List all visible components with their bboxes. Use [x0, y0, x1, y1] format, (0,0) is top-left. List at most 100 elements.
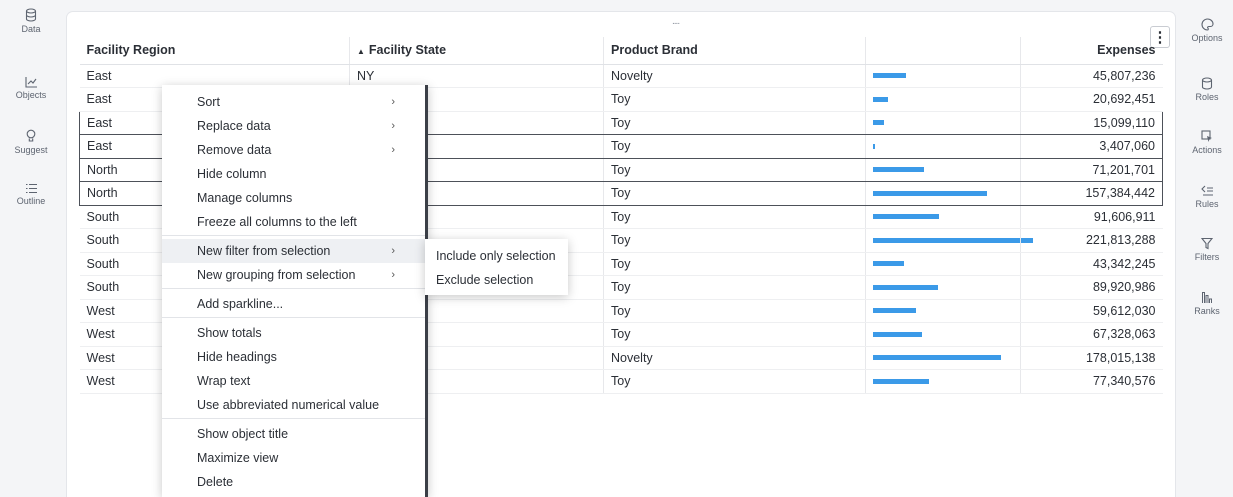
sort-ascending-icon: ▲ — [357, 47, 365, 57]
cell-product-brand[interactable]: Toy — [603, 299, 866, 323]
menu-item-hide-headings[interactable]: Hide headings — [162, 345, 425, 369]
menu-item-label: Use abbreviated numerical value — [197, 398, 380, 412]
menu-item-include-only-selection[interactable]: Include only selection — [425, 244, 568, 268]
menu-item-replace-data[interactable]: Replace data › — [162, 114, 425, 138]
cell-product-brand[interactable]: Toy — [603, 228, 866, 253]
menu-item-remove-data[interactable]: Remove data › — [162, 138, 425, 162]
cell-product-brand[interactable]: Novelty — [603, 346, 866, 370]
menu-item-label: Freeze all columns to the left — [197, 215, 357, 229]
table-row[interactable]: East NY Novelty 45,807,236 — [79, 64, 1163, 88]
rail-label: Roles — [1195, 92, 1219, 102]
cell-facility-region[interactable]: East — [79, 64, 350, 88]
expense-bar — [873, 167, 925, 173]
rail-item-data[interactable]: Data — [0, 8, 62, 34]
cell-expenses[interactable]: 157,384,442 — [1020, 181, 1163, 206]
rail-item-filters[interactable]: Filters — [1181, 237, 1233, 262]
menu-item-label: Show object title — [197, 427, 289, 441]
cell-expenses-bar — [865, 322, 1021, 347]
cell-product-brand[interactable]: Novelty — [603, 64, 866, 88]
cell-product-brand[interactable]: Toy — [603, 157, 866, 182]
menu-item-manage-columns[interactable]: Manage columns — [162, 186, 425, 210]
menu-item-label: Hide headings — [197, 350, 277, 364]
menu-item-new-filter-from-selection[interactable]: New filter from selection › — [162, 239, 425, 263]
rail-label: Data — [21, 24, 41, 34]
menu-item-new-grouping-from-selection[interactable]: New grouping from selection › — [162, 263, 425, 287]
cell-expenses[interactable]: 178,015,138 — [1020, 346, 1163, 370]
cell-expenses[interactable]: 3,407,060 — [1020, 134, 1163, 159]
cell-product-brand[interactable]: Toy — [603, 369, 866, 394]
rail-item-objects[interactable]: Objects — [0, 76, 62, 100]
cell-facility-state[interactable]: NY — [349, 64, 604, 88]
rail-item-rules[interactable]: Rules — [1181, 184, 1233, 209]
header-product-brand[interactable]: Product Brand — [603, 37, 866, 65]
menu-item-exclude-selection[interactable]: Exclude selection — [425, 268, 568, 292]
menu-item-freeze-all-columns-to-the-left[interactable]: Freeze all columns to the left — [162, 210, 425, 234]
header-facility-region[interactable]: Facility Region — [79, 37, 350, 65]
cell-expenses[interactable]: 45,807,236 — [1020, 64, 1163, 88]
cell-expenses-bar — [865, 157, 1021, 182]
rail-item-outline[interactable]: Outline — [0, 183, 62, 206]
menu-item-label: Wrap text — [197, 374, 251, 388]
cell-product-brand[interactable]: Toy — [603, 110, 866, 135]
rail-item-roles[interactable]: Roles — [1181, 77, 1233, 102]
table-header-row: Facility Region ▲ Facility State Product … — [79, 37, 1163, 65]
list-icon — [25, 183, 37, 194]
expense-bar — [873, 73, 907, 79]
cell-expenses-bar — [865, 369, 1021, 394]
menu-item-show-object-title[interactable]: Show object title — [162, 422, 425, 446]
menu-item-label: Replace data — [197, 119, 271, 133]
cell-product-brand[interactable]: Toy — [603, 275, 866, 300]
cell-expenses[interactable]: 67,328,063 — [1020, 322, 1163, 347]
rail-item-suggest[interactable]: Suggest — [0, 129, 62, 155]
header-label: Facility State — [368, 43, 447, 58]
menu-item-maximize-view[interactable]: Maximize view — [162, 446, 425, 470]
expense-bar — [873, 190, 987, 196]
expense-bar — [873, 96, 888, 102]
menu-item-label: Remove data — [197, 143, 272, 157]
menu-item-sort[interactable]: Sort › — [162, 90, 425, 114]
cell-expenses[interactable]: 43,342,245 — [1020, 252, 1163, 276]
menu-separator — [162, 235, 425, 236]
cell-product-brand[interactable]: Toy — [603, 87, 866, 112]
cell-expenses[interactable]: 71,201,701 — [1020, 157, 1163, 182]
cell-expenses[interactable]: 77,340,576 — [1020, 369, 1163, 394]
menu-separator — [162, 288, 425, 289]
cell-product-brand[interactable]: Toy — [603, 181, 866, 206]
cell-expenses-bar — [865, 87, 1021, 112]
cell-expenses-bar — [865, 205, 1021, 229]
cell-expenses[interactable]: 221,813,288 — [1020, 228, 1163, 253]
header-expenses[interactable]: Expenses — [1020, 37, 1163, 65]
expense-bar — [873, 214, 940, 220]
menu-item-hide-column[interactable]: Hide column — [162, 162, 425, 186]
expense-bar — [873, 331, 922, 337]
cell-product-brand[interactable]: Toy — [603, 252, 866, 276]
header-facility-state[interactable]: ▲ Facility State — [349, 37, 604, 65]
cell-expenses[interactable]: 91,606,911 — [1020, 205, 1163, 229]
cursor-click-icon — [1201, 130, 1212, 142]
drag-handle[interactable]: .... — [672, 16, 680, 27]
menu-item-delete[interactable]: Delete — [162, 470, 425, 494]
menu-item-use-abbreviated-numerical-value[interactable]: Use abbreviated numerical value — [162, 393, 425, 417]
menu-item-wrap-text[interactable]: Wrap text — [162, 369, 425, 393]
expense-bar — [873, 355, 1002, 361]
expense-bar — [873, 143, 876, 149]
cell-expenses[interactable]: 15,099,110 — [1020, 110, 1163, 135]
rail-item-ranks[interactable]: Ranks — [1181, 291, 1233, 316]
cell-product-brand[interactable]: Toy — [603, 134, 866, 159]
rail-item-options[interactable]: Options — [1181, 18, 1233, 43]
cell-expenses[interactable]: 89,920,986 — [1020, 275, 1163, 300]
cell-expenses[interactable]: 20,692,451 — [1020, 87, 1163, 112]
menu-item-show-totals[interactable]: Show totals — [162, 321, 425, 345]
menu-separator — [162, 418, 425, 419]
menu-item-label: Hide column — [197, 167, 267, 181]
expense-bar — [873, 284, 938, 290]
menu-item-label: Maximize view — [197, 451, 279, 465]
menu-item-label: Show totals — [197, 326, 262, 340]
rail-label: Rules — [1195, 199, 1219, 209]
header-expenses-bar — [865, 37, 1021, 65]
menu-item-add-sparkline[interactable]: Add sparkline... — [162, 292, 425, 316]
cell-product-brand[interactable]: Toy — [603, 205, 866, 229]
cell-product-brand[interactable]: Toy — [603, 322, 866, 347]
cell-expenses[interactable]: 59,612,030 — [1020, 299, 1163, 323]
rail-item-actions[interactable]: Actions — [1181, 130, 1233, 155]
